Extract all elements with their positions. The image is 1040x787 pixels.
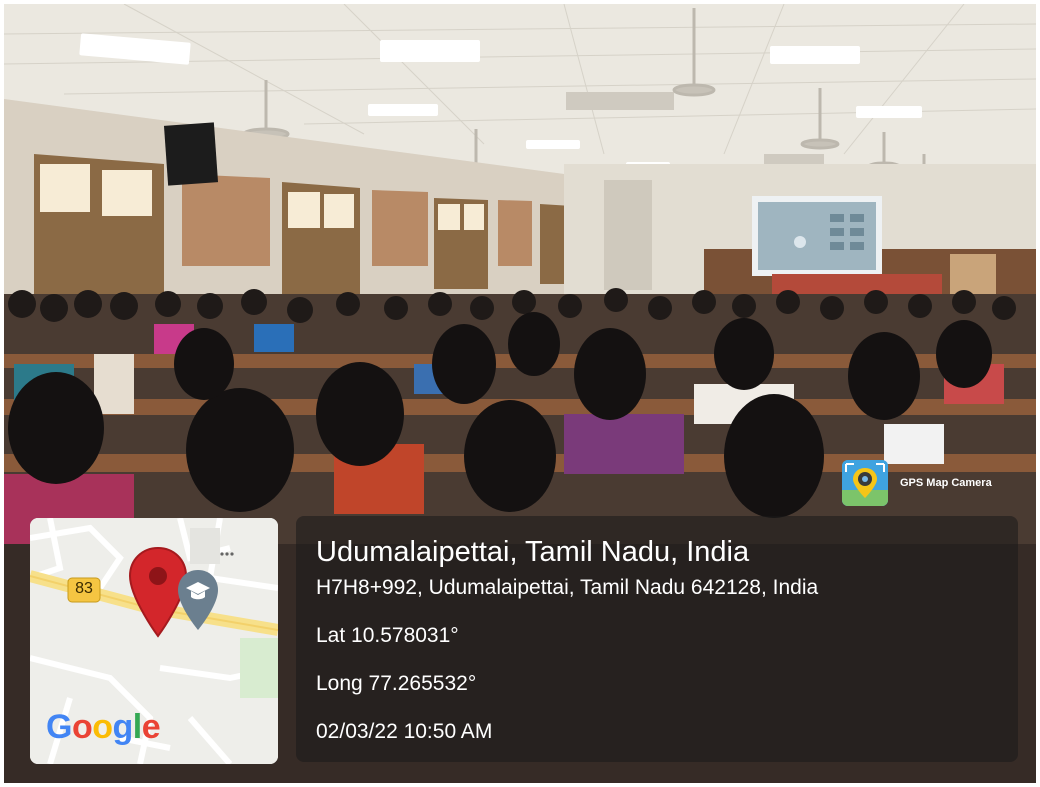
map-camera-icon xyxy=(842,460,888,506)
location-title: Udumalaipettai, Tamil Nadu, India xyxy=(316,536,750,568)
datetime-text: 02/03/22 10:50 AM xyxy=(316,720,493,743)
map-thumbnail: 83 Google xyxy=(30,518,278,764)
google-logo-letter: G xyxy=(46,708,72,746)
google-logo: Google xyxy=(46,708,161,747)
google-logo-letter: l xyxy=(132,708,142,746)
latitude-text: Lat 10.578031° xyxy=(316,624,459,647)
location-stamp-text: Udumalaipettai, Tamil Nadu, India H7H8+9… xyxy=(316,532,818,768)
google-logo-letter: g xyxy=(112,708,134,746)
gps-map-camera-badge: GPS Map Camera xyxy=(842,458,1012,508)
google-logo-letter: o xyxy=(71,708,93,746)
graduation-cap-icon xyxy=(178,570,218,630)
google-logo-letter: e xyxy=(141,708,161,746)
app-name-label: GPS Map Camera xyxy=(900,477,992,489)
road-number-label: 83 xyxy=(75,580,93,597)
location-address: H7H8+992, Udumalaipettai, Tamil Nadu 642… xyxy=(316,576,819,599)
longitude-text: Long 77.265532° xyxy=(316,672,477,695)
google-logo-letter: o xyxy=(92,708,113,746)
